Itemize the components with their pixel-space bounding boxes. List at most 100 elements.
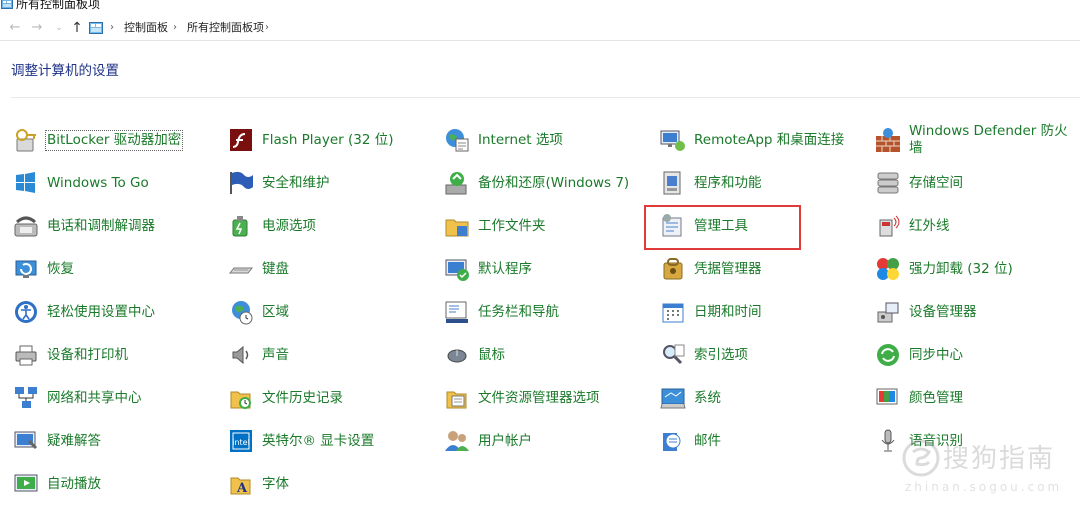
control-panel-item[interactable]: Flash Player (32 位)	[226, 123, 393, 157]
control-panel-item[interactable]: intel 英特尔® 显卡设置	[226, 424, 374, 458]
control-panel-item-label: Internet 选项	[478, 131, 563, 148]
control-panel-item[interactable]: 默认程序	[442, 252, 532, 286]
control-panel-item[interactable]: 轻松使用设置中心	[11, 295, 155, 329]
control-panel-item-label: 任务栏和导航	[478, 303, 559, 320]
control-panel-item[interactable]: 恢复	[11, 252, 74, 286]
breadcrumb-control-panel[interactable]: 控制面板	[124, 21, 168, 35]
control-panel-item-label: 自动播放	[47, 475, 101, 492]
control-panel-item[interactable]: Windows To Go	[11, 166, 149, 200]
control-panel-item[interactable]: 键盘	[226, 252, 289, 286]
control-panel-item-label: 设备管理器	[909, 303, 977, 320]
explorer-options-icon	[442, 383, 472, 413]
title-bar: 所有控制面板项	[0, 0, 1080, 14]
control-panel-item-label: 同步中心	[909, 346, 963, 363]
breadcrumb-separator[interactable]: ›	[265, 21, 269, 35]
control-panel-item-label: 设备和打印机	[47, 346, 128, 363]
control-panel-item[interactable]: 鼠标	[442, 338, 505, 372]
taskbar-icon	[442, 297, 472, 327]
control-panel-item[interactable]: 自动播放	[11, 467, 101, 501]
svg-text:intel: intel	[232, 438, 250, 447]
control-panel-item[interactable]: 设备和打印机	[11, 338, 128, 372]
divider	[11, 97, 1080, 98]
control-panel-item[interactable]: 同步中心	[873, 338, 963, 372]
control-panel-item-label: BitLocker 驱动器加密	[44, 129, 184, 151]
color-management-icon	[873, 383, 903, 413]
control-panel-item[interactable]: 文件资源管理器选项	[442, 381, 600, 415]
control-panel-item[interactable]: 存储空间	[873, 166, 963, 200]
control-panel-item[interactable]: 日期和时间	[658, 295, 762, 329]
control-panel-item-label: 恢复	[47, 260, 74, 277]
programs-icon	[658, 168, 688, 198]
backup-icon	[442, 168, 472, 198]
keyboard-icon	[226, 254, 256, 284]
control-panel-item[interactable]: 区域	[226, 295, 289, 329]
control-panel-item-label: 电话和调制解调器	[47, 217, 155, 234]
power-icon	[226, 211, 256, 241]
control-panel-item[interactable]: 文件历史记录	[226, 381, 343, 415]
mouse-icon	[442, 340, 472, 370]
control-panel-item[interactable]: 网络和共享中心	[11, 381, 142, 415]
back-arrow-icon[interactable]: ←	[8, 20, 22, 36]
control-panel-item[interactable]: 邮件	[658, 424, 721, 458]
breadcrumb-all-items[interactable]: 所有控制面板项	[187, 21, 264, 35]
control-panel-item-label: 用户帐户	[478, 432, 532, 449]
forward-arrow-icon[interactable]: →	[30, 20, 44, 36]
control-panel-item-label: 红外线	[909, 217, 950, 234]
control-panel-item-label: 系统	[694, 389, 721, 406]
watermark-text: 搜狗指南	[943, 444, 1056, 474]
control-panel-item-label: 轻松使用设置中心	[47, 303, 155, 320]
control-panel-item[interactable]: 任务栏和导航	[442, 295, 559, 329]
default-programs-icon	[442, 254, 472, 284]
control-panel-item[interactable]: 强力卸载 (32 位)	[873, 252, 1013, 286]
sound-icon	[226, 340, 256, 370]
bitlocker-icon	[11, 125, 41, 155]
system-icon	[658, 383, 688, 413]
device-manager-icon	[873, 297, 903, 327]
control-panel-item[interactable]: 设备管理器	[873, 295, 977, 329]
control-panel-item[interactable]: Internet 选项	[442, 123, 563, 157]
breadcrumb-separator[interactable]: ›	[110, 21, 114, 35]
control-panel-item-label: 鼠标	[478, 346, 505, 363]
control-panel-item-label: 日期和时间	[694, 303, 762, 320]
control-panel-item[interactable]: 工作文件夹	[442, 209, 546, 243]
autoplay-icon	[11, 469, 41, 499]
windows-to-go-icon	[11, 168, 41, 198]
control-panel-item[interactable]: 用户帐户	[442, 424, 532, 458]
control-panel-item-label: 程序和功能	[694, 174, 762, 191]
control-panel-item[interactable]: 颜色管理	[873, 381, 963, 415]
control-panel-item-label: 工作文件夹	[478, 217, 546, 234]
control-panel-item[interactable]: 系统	[658, 381, 721, 415]
sync-icon	[873, 340, 903, 370]
control-panel-item[interactable]: BitLocker 驱动器加密	[11, 123, 184, 157]
printer-icon	[11, 340, 41, 370]
calendar-icon	[658, 297, 688, 327]
control-panel-item[interactable]: 电话和调制解调器	[11, 209, 155, 243]
navigation-bar: ← → ⌄ ↑ › 控制面板 › 所有控制面板项 ›	[0, 16, 1080, 40]
fonts-icon: A	[226, 469, 256, 499]
page-heading: 调整计算机的设置	[11, 63, 119, 79]
control-panel-item[interactable]: RemoteApp 和桌面连接	[658, 123, 844, 157]
control-panel-item-label: Windows Defender 防火墙	[909, 123, 1068, 156]
up-arrow-icon[interactable]: ↑	[70, 20, 84, 36]
remoteapp-icon	[658, 125, 688, 155]
recent-dropdown-chevron-icon[interactable]: ⌄	[52, 20, 66, 36]
control-panel-item[interactable]: Windows Defender 防火墙	[873, 123, 1069, 157]
intel-graphics-icon: intel	[226, 426, 256, 456]
breadcrumb-separator[interactable]: ›	[173, 21, 177, 35]
control-panel-item[interactable]: 备份和还原(Windows 7)	[442, 166, 629, 200]
control-panel-item[interactable]: 电源选项	[226, 209, 316, 243]
control-panel-item-label: 声音	[262, 346, 289, 363]
control-panel-item[interactable]: 凭据管理器	[658, 252, 762, 286]
control-panel-item[interactable]: 声音	[226, 338, 289, 372]
watermark-logo: 搜狗指南 zhinan.sogou.com	[895, 438, 1075, 508]
control-panel-item[interactable]: 程序和功能	[658, 166, 762, 200]
control-panel-item-label: Flash Player (32 位)	[262, 131, 394, 148]
control-panel-item[interactable]: 疑难解答	[11, 424, 101, 458]
control-panel-item-label: 安全和维护	[262, 174, 330, 191]
control-panel-item-label: 网络和共享中心	[47, 389, 142, 406]
control-panel-item[interactable]: 安全和维护	[226, 166, 330, 200]
control-panel-item[interactable]: 红外线	[873, 209, 950, 243]
ease-of-access-icon	[11, 297, 41, 327]
control-panel-item[interactable]: 索引选项	[658, 338, 748, 372]
control-panel-item[interactable]: A 字体	[226, 467, 289, 501]
